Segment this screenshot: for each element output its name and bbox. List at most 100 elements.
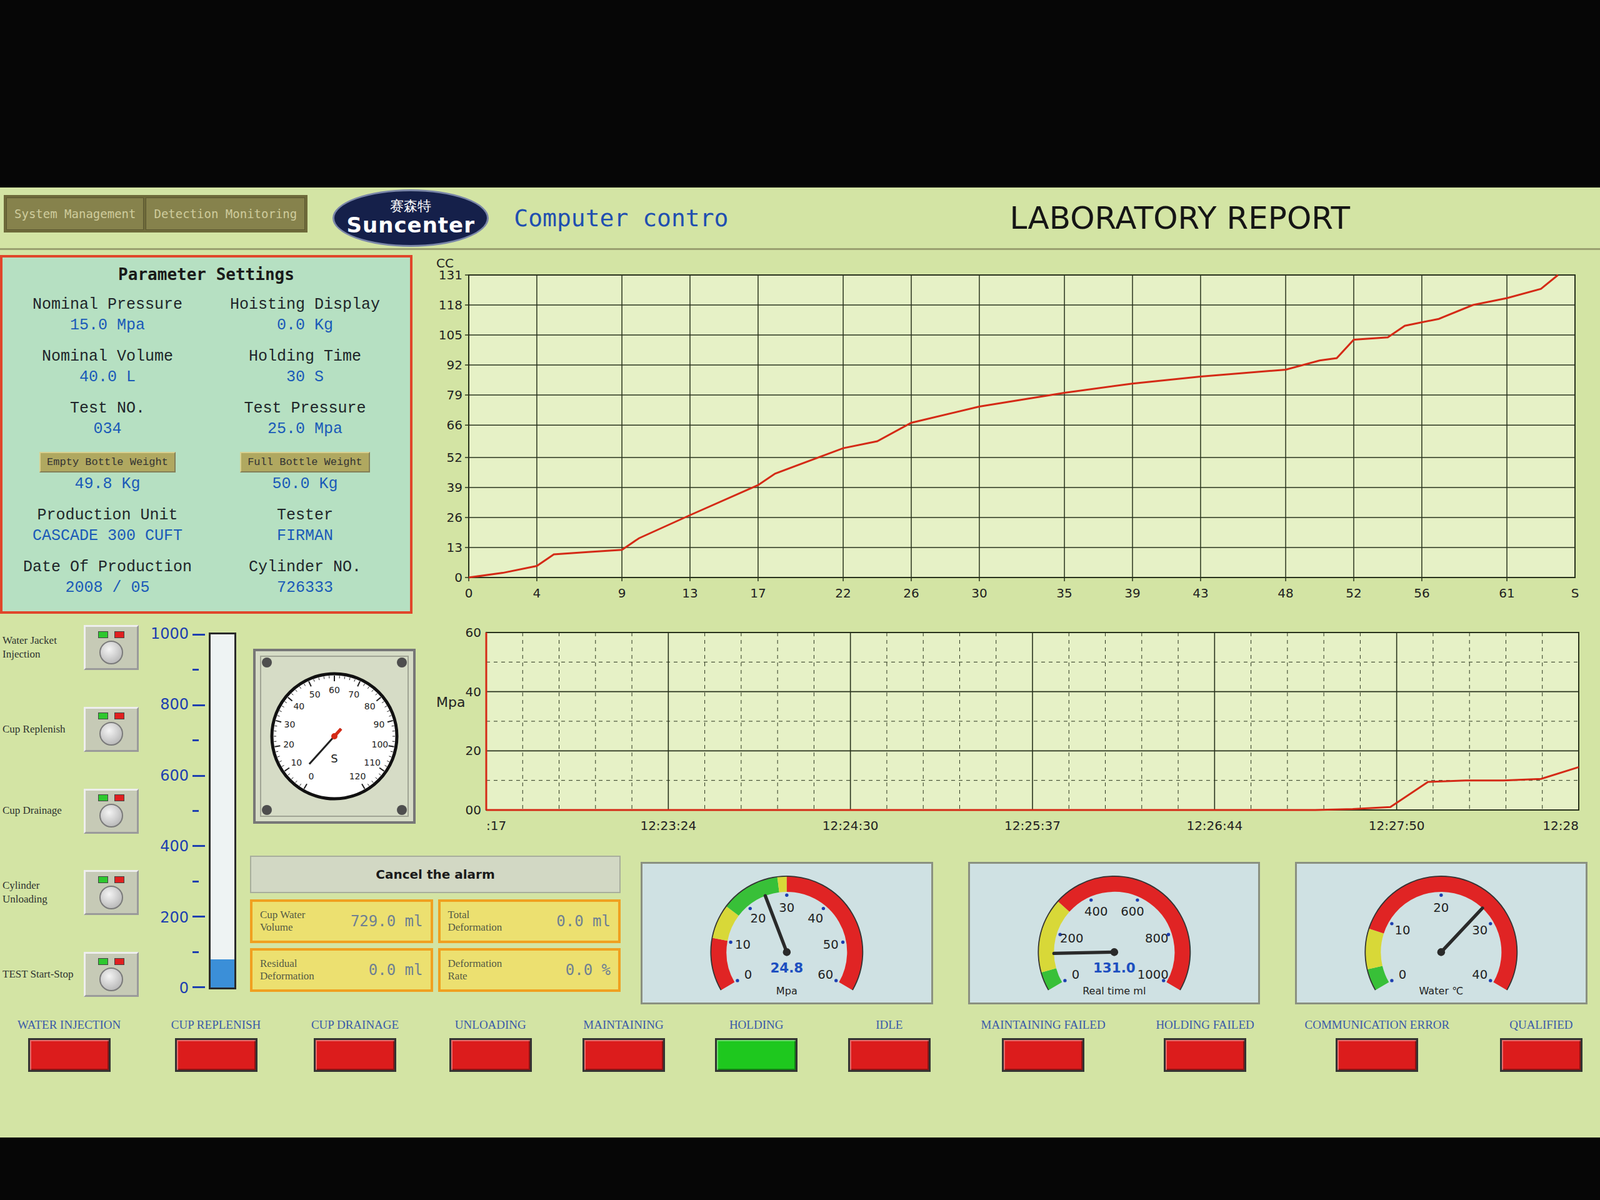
control-button[interactable] xyxy=(83,706,139,752)
y-tick: 26 xyxy=(446,510,1575,525)
gauge-zone xyxy=(1373,931,1377,969)
gauge-tick: 20 xyxy=(748,906,767,926)
status-item: UNLOADING xyxy=(449,1018,532,1072)
dial-tick: 50 xyxy=(309,688,321,699)
gauge-needle xyxy=(1441,908,1483,952)
x-tick: 30 xyxy=(971,275,987,601)
x-tick: 12:28 xyxy=(1542,818,1579,834)
status-label: CUP REPLENISH xyxy=(171,1018,261,1032)
gauge-tick: 1000 xyxy=(1136,967,1169,982)
status-label: HOLDING FAILED xyxy=(1155,1018,1254,1032)
status-label: CUP DRAINAGE xyxy=(311,1018,399,1032)
menu-tab[interactable]: System Management xyxy=(6,197,144,230)
report-title: LABORATORY REPORT xyxy=(1010,200,1350,237)
volume-line xyxy=(468,275,1559,578)
control-row: Cylinder Unloading xyxy=(2,870,144,915)
parameter-value: FIRMAN xyxy=(276,526,334,545)
readout-label: Residual Deformation xyxy=(260,957,334,984)
red-lamp-icon xyxy=(114,712,125,720)
bolt-icon xyxy=(261,805,272,815)
parameter-column: Hoisting Display0.0 KgHolding Time30 STe… xyxy=(210,288,400,604)
status-lamp xyxy=(1163,1038,1247,1072)
tank-tick-label: 800 xyxy=(160,695,189,714)
x-tick: 12:23:24 xyxy=(640,818,697,834)
parameter-field: Production UnitCASCADE 300 CUFT xyxy=(32,506,183,545)
svg-text:52: 52 xyxy=(446,450,463,465)
gauge-tick: 10 xyxy=(1390,921,1411,938)
status-item: MAINTAINING FAILED xyxy=(981,1018,1106,1072)
parameter-field: TesterFIRMAN xyxy=(276,506,334,545)
gauge-tick: 0 xyxy=(1390,967,1407,982)
red-lamp-icon xyxy=(114,631,125,639)
gauge-tick: 10 xyxy=(728,937,751,952)
status-lamp xyxy=(1500,1038,1583,1072)
status-lamp xyxy=(1001,1038,1085,1072)
svg-text:200: 200 xyxy=(1060,931,1084,946)
svg-text:26: 26 xyxy=(903,585,919,601)
svg-text:66: 66 xyxy=(446,417,463,433)
svg-text:20: 20 xyxy=(1433,900,1450,915)
readout: Total Deformation0.0 ml xyxy=(438,899,622,944)
tank-tick xyxy=(192,739,199,742)
parameter-field: Nominal Pressure15.0 Mpa xyxy=(32,295,183,335)
control-label: TEST Start-Stop xyxy=(2,967,80,982)
x-tick: 48 xyxy=(1277,275,1294,601)
parameter-columns: Nominal Pressure15.0 MpaNominal Volume40… xyxy=(12,288,400,604)
green-lamp-icon xyxy=(98,631,109,639)
tank-tick-label: 600 xyxy=(160,766,189,785)
gauge-tick: 400 xyxy=(1084,898,1109,919)
cancel-alarm-button[interactable]: Cancel the alarm xyxy=(250,855,621,894)
y-axis xyxy=(485,632,488,810)
parameter-label: Tester xyxy=(276,506,334,525)
control-label: Water Jacket Injection xyxy=(2,633,80,662)
gauge-tick: 30 xyxy=(1472,921,1493,938)
parameter-value: 49.8 Kg xyxy=(74,475,140,494)
readout-label: Cup Water Volume xyxy=(260,908,334,935)
weight-button[interactable]: Empty Bottle Weight xyxy=(39,451,176,473)
y-tick: 0 xyxy=(454,570,1575,585)
svg-text:10: 10 xyxy=(735,937,751,952)
dial-tick: 30 xyxy=(284,718,296,729)
status-lamp xyxy=(449,1038,532,1072)
svg-text:52: 52 xyxy=(1345,585,1362,601)
svg-text:4: 4 xyxy=(533,585,542,601)
status-label: UNLOADING xyxy=(455,1018,527,1032)
svg-text:1000: 1000 xyxy=(1136,967,1169,982)
control-button[interactable] xyxy=(83,870,139,915)
parameter-value: 50.0 Kg xyxy=(271,475,338,494)
status-label: QUALIFIED xyxy=(1509,1018,1573,1032)
x-tick: 61 xyxy=(1498,275,1515,601)
control-button[interactable] xyxy=(83,951,139,997)
svg-text:30: 30 xyxy=(1472,923,1489,938)
menu-tab[interactable]: Detection Monitoring xyxy=(145,197,305,230)
control-screen: System ManagementDetection Monitoring赛森特… xyxy=(0,187,1600,1138)
weight-button[interactable]: Full Bottle Weight xyxy=(240,451,370,473)
parameter-value: 034 xyxy=(93,420,122,439)
status-lamp xyxy=(848,1038,931,1072)
grid-line xyxy=(1323,632,1325,810)
grid-line xyxy=(522,632,524,810)
status-label: MAINTAINING xyxy=(583,1018,664,1032)
control-button[interactable] xyxy=(83,625,139,670)
control-buttons: Water Jacket InjectionCup ReplenishCup D… xyxy=(2,625,144,997)
gauge-unit: Water ℃ xyxy=(1419,985,1464,997)
gauge-tick: 50 xyxy=(823,937,845,952)
gauge-tick: 0 xyxy=(1063,967,1080,982)
svg-text:0: 0 xyxy=(744,967,753,982)
indicator-lamps xyxy=(98,876,125,884)
svg-text:40: 40 xyxy=(807,911,824,926)
tank-tick xyxy=(192,633,205,636)
indicator-lamps xyxy=(98,712,125,720)
readout: Cup Water Volume729.0 ml xyxy=(250,899,434,944)
readout: Residual Deformation0.0 ml xyxy=(250,948,434,992)
control-row: Cup Replenish xyxy=(2,706,144,752)
parameter-value: 25.0 Mpa xyxy=(267,420,343,439)
gauge-reading: 131.0 xyxy=(1093,960,1136,976)
grid-line xyxy=(850,632,852,810)
control-button[interactable] xyxy=(83,788,139,834)
svg-text:10: 10 xyxy=(1395,923,1411,938)
grid-line xyxy=(595,632,596,810)
parameter-value: 30 S xyxy=(286,368,324,387)
water-tank xyxy=(208,632,237,990)
grid-line xyxy=(1505,632,1507,810)
